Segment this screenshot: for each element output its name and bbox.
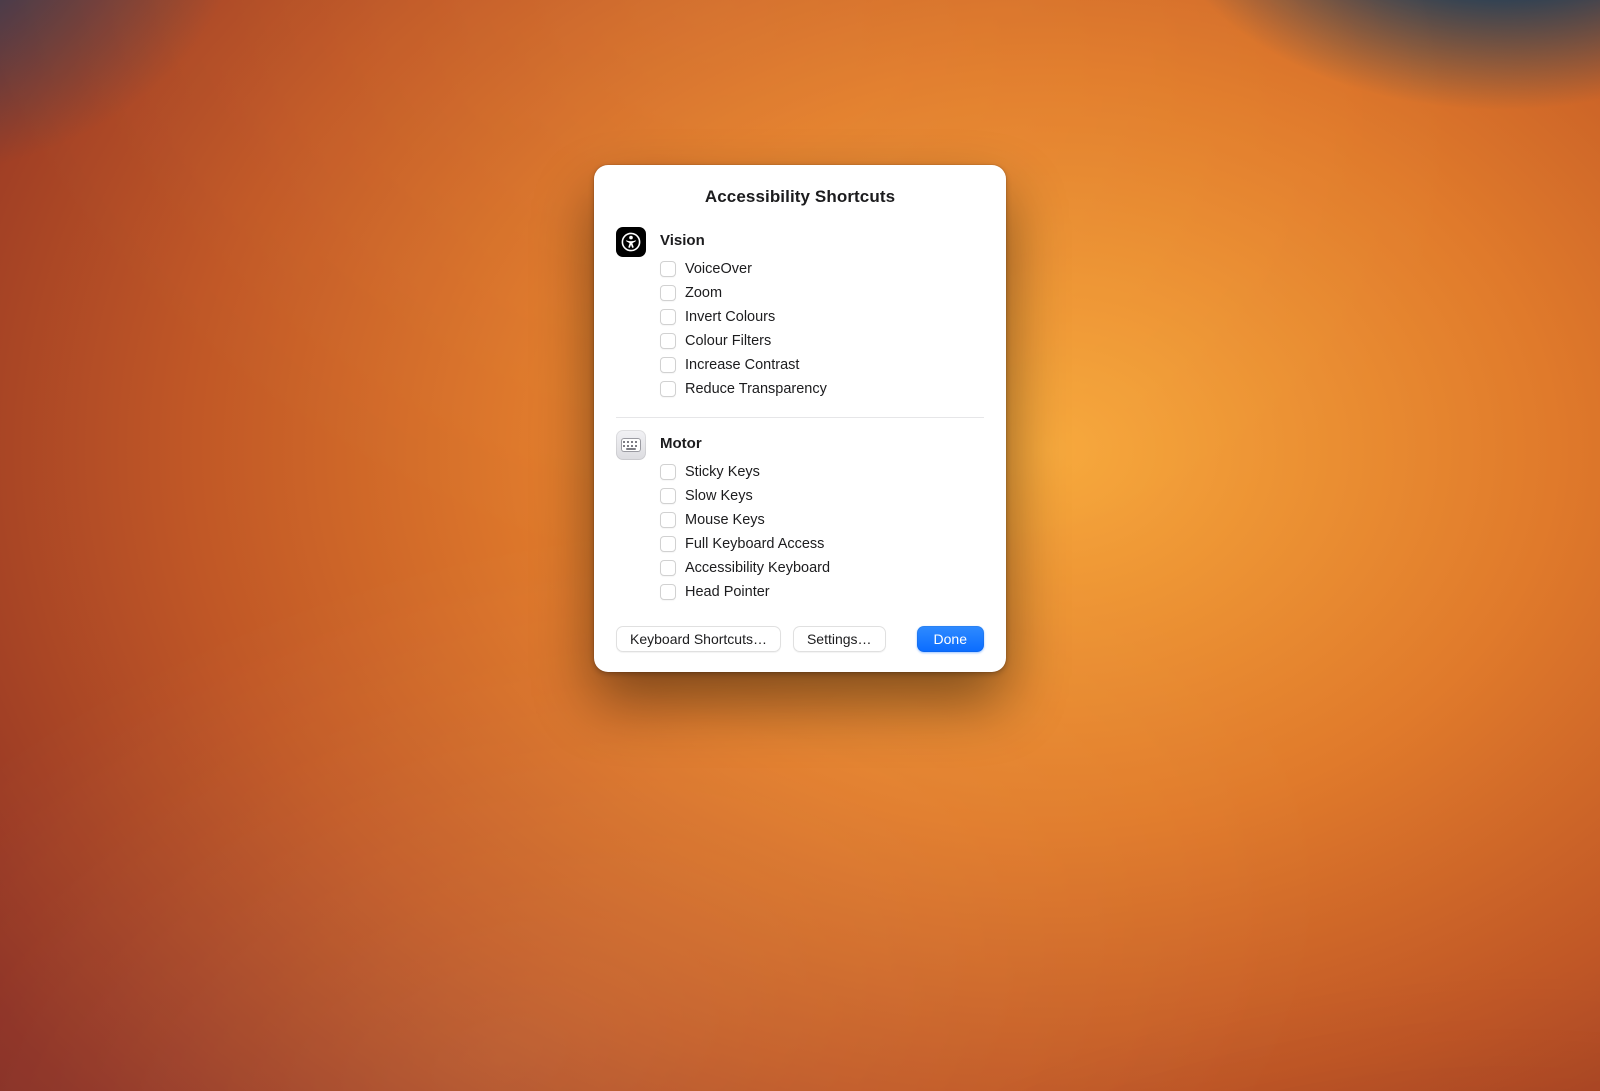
section-title-vision: Vision — [660, 232, 984, 249]
section-body: Motor Sticky Keys Slow Keys Mouse Keys F… — [660, 432, 984, 604]
section-title-motor: Motor — [660, 435, 984, 452]
option-label: Slow Keys — [685, 488, 753, 504]
option-label: Head Pointer — [685, 584, 770, 600]
panel-title: Accessibility Shortcuts — [616, 187, 984, 207]
option-label: VoiceOver — [685, 261, 752, 277]
option-label: Colour Filters — [685, 333, 771, 349]
option-label: Full Keyboard Access — [685, 536, 824, 552]
option-increase-contrast[interactable]: Increase Contrast — [660, 353, 984, 377]
option-label: Mouse Keys — [685, 512, 765, 528]
option-zoom[interactable]: Zoom — [660, 281, 984, 305]
checkbox[interactable] — [660, 536, 676, 552]
accessibility-shortcuts-panel: Accessibility Shortcuts Vision VoiceOver — [594, 165, 1006, 672]
section-body: Vision VoiceOver Zoom Invert Colours Col… — [660, 229, 984, 401]
checkbox[interactable] — [660, 560, 676, 576]
option-invert-colours[interactable]: Invert Colours — [660, 305, 984, 329]
accessibility-icon — [616, 227, 646, 257]
checkbox[interactable] — [660, 381, 676, 397]
option-label: Invert Colours — [685, 309, 775, 325]
checkbox[interactable] — [660, 285, 676, 301]
checkbox[interactable] — [660, 584, 676, 600]
option-full-keyboard-access[interactable]: Full Keyboard Access — [660, 532, 984, 556]
option-label: Accessibility Keyboard — [685, 560, 830, 576]
option-mouse-keys[interactable]: Mouse Keys — [660, 508, 984, 532]
checkbox[interactable] — [660, 333, 676, 349]
option-label: Reduce Transparency — [685, 381, 827, 397]
panel-footer: Keyboard Shortcuts… Settings… Done — [616, 626, 984, 652]
checkbox[interactable] — [660, 261, 676, 277]
checkbox[interactable] — [660, 357, 676, 373]
checkbox[interactable] — [660, 464, 676, 480]
option-voiceover[interactable]: VoiceOver — [660, 257, 984, 281]
option-label: Zoom — [685, 285, 722, 301]
checkbox[interactable] — [660, 512, 676, 528]
checkbox[interactable] — [660, 488, 676, 504]
checkbox[interactable] — [660, 309, 676, 325]
section-vision: Vision VoiceOver Zoom Invert Colours Col… — [616, 225, 984, 411]
done-button[interactable]: Done — [917, 626, 984, 652]
option-sticky-keys[interactable]: Sticky Keys — [660, 460, 984, 484]
desktop-wallpaper: Accessibility Shortcuts Vision VoiceOver — [0, 0, 1600, 1091]
section-motor: Motor Sticky Keys Slow Keys Mouse Keys F… — [616, 417, 984, 614]
option-label: Sticky Keys — [685, 464, 760, 480]
option-slow-keys[interactable]: Slow Keys — [660, 484, 984, 508]
settings-button[interactable]: Settings… — [793, 626, 886, 652]
option-head-pointer[interactable]: Head Pointer — [660, 580, 984, 604]
option-colour-filters[interactable]: Colour Filters — [660, 329, 984, 353]
wallpaper-decoration — [227, 653, 1600, 1091]
keyboard-shortcuts-button[interactable]: Keyboard Shortcuts… — [616, 626, 781, 652]
option-accessibility-keyboard[interactable]: Accessibility Keyboard — [660, 556, 984, 580]
option-label: Increase Contrast — [685, 357, 799, 373]
option-reduce-transparency[interactable]: Reduce Transparency — [660, 377, 984, 401]
keyboard-icon — [616, 430, 646, 460]
